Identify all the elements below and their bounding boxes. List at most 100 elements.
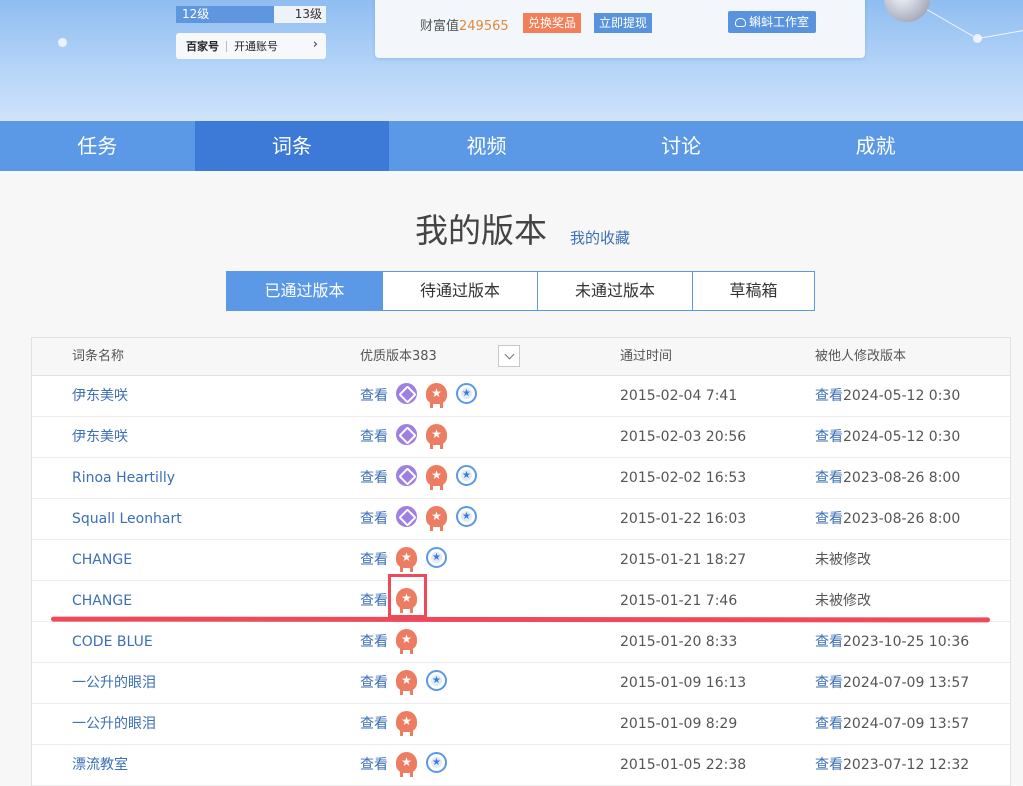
entry-name-link[interactable]: Rinoa Heartilly bbox=[72, 458, 175, 499]
header-quality-versions: 优质版本383 bbox=[360, 349, 437, 364]
wealth-label-text: 财富值 bbox=[420, 19, 460, 34]
quality-filter-dropdown[interactable] bbox=[498, 345, 520, 367]
header-banner: 12级 13级 百家号 开通账号 › 财富值249565 兑换奖品 立即提现 蝌… bbox=[0, 0, 1023, 121]
view-version-link[interactable]: 查看 bbox=[360, 458, 388, 499]
nav-tab-videos[interactable]: 视频 bbox=[389, 121, 584, 171]
version-badges bbox=[396, 506, 477, 531]
view-modified-version-link[interactable]: 查看 bbox=[815, 429, 843, 445]
version-badges bbox=[396, 629, 417, 654]
star-medal-icon bbox=[426, 752, 447, 773]
approved-time: 2015-02-02 16:53 bbox=[620, 470, 747, 486]
view-modified-version-link[interactable]: 查看 bbox=[815, 634, 843, 650]
quality-badge-icon bbox=[396, 383, 417, 404]
annotation-highlight-box bbox=[388, 574, 427, 618]
view-version-link[interactable]: 查看 bbox=[360, 540, 388, 581]
view-version-link[interactable]: 查看 bbox=[360, 581, 388, 622]
view-modified-version-link[interactable]: 查看 bbox=[815, 470, 843, 486]
studio-label: 蝌蚪工作室 bbox=[749, 15, 810, 29]
modified-date: 2023-08-26 8:00 bbox=[843, 511, 961, 527]
modified-date: 2023-10-25 10:36 bbox=[843, 634, 970, 650]
modified-date: 2024-07-09 13:57 bbox=[843, 716, 970, 732]
modified-version-cell: 查看2023-07-12 12:32 bbox=[815, 745, 969, 786]
approved-time: 2015-01-09 16:13 bbox=[620, 675, 747, 691]
quality-badge-icon bbox=[396, 465, 417, 486]
view-modified-version-link[interactable]: 查看 bbox=[815, 716, 843, 732]
approved-time: 2015-01-22 16:03 bbox=[620, 511, 747, 527]
star-medal-icon bbox=[456, 383, 477, 404]
table-header: 词条名称 优质版本383 通过时间 被他人修改版本 bbox=[32, 338, 1010, 376]
entry-name-link[interactable]: CHANGE bbox=[72, 540, 132, 581]
version-badges bbox=[396, 752, 447, 777]
chevron-right-icon: › bbox=[312, 37, 318, 52]
baijiahao-open-account-button[interactable]: 百家号 开通账号 › bbox=[176, 33, 326, 59]
tab-rejected[interactable]: 未通过版本 bbox=[537, 272, 692, 310]
entry-name-link[interactable]: Squall Leonhart bbox=[72, 499, 182, 540]
entry-name-link[interactable]: 一公升的眼泪 bbox=[72, 704, 156, 745]
level-next: 13级 bbox=[294, 7, 322, 21]
modified-version-cell: 未被修改 bbox=[815, 581, 871, 622]
decor-line bbox=[978, 29, 1023, 39]
version-badges bbox=[396, 670, 447, 695]
not-modified-text: 未被修改 bbox=[815, 593, 871, 609]
nav-tab-discussions[interactable]: 讨论 bbox=[584, 121, 779, 171]
view-modified-version-link[interactable]: 查看 bbox=[815, 757, 843, 773]
level-progress-bar: 12级 13级 bbox=[176, 6, 326, 23]
entry-name-link[interactable]: 伊东美咲 bbox=[72, 376, 128, 417]
version-badges bbox=[396, 424, 447, 449]
quality-badge-icon bbox=[396, 506, 417, 527]
divider bbox=[226, 40, 227, 52]
table-row: 漂流教室 查看 2015-01-05 22:38 查看2023-07-12 12:32 bbox=[32, 745, 1010, 786]
view-version-link[interactable]: 查看 bbox=[360, 622, 388, 663]
nav-tab-achievements[interactable]: 成就 bbox=[778, 121, 973, 171]
modified-date: 2024-05-12 0:30 bbox=[843, 388, 961, 404]
entry-name-link[interactable]: CODE BLUE bbox=[72, 622, 153, 663]
view-version-link[interactable]: 查看 bbox=[360, 704, 388, 745]
view-modified-version-link[interactable]: 查看 bbox=[815, 675, 843, 691]
open-account-label: 开通账号 bbox=[234, 40, 278, 53]
table-row: Squall Leonhart查看2015-01-22 16:03查看2023-… bbox=[32, 499, 1010, 540]
approved-time: 2015-02-04 7:41 bbox=[620, 388, 738, 404]
planet-illustration bbox=[884, 0, 930, 22]
approved-time: 2015-01-05 22:38 bbox=[620, 757, 747, 773]
version-badges bbox=[396, 711, 417, 736]
modified-version-cell: 查看2024-05-12 0:30 bbox=[815, 417, 960, 458]
table-row: CHANGE 查看 2015-01-21 18:27 未被修改 bbox=[32, 540, 1010, 581]
studio-button[interactable]: 蝌蚪工作室 bbox=[728, 11, 817, 33]
version-badges bbox=[396, 383, 477, 408]
header-modified-by-others: 被他人修改版本 bbox=[815, 349, 907, 364]
entry-name-link[interactable]: 漂流教室 bbox=[72, 745, 128, 786]
entry-name-link[interactable]: 一公升的眼泪 bbox=[72, 663, 156, 704]
nav-tab-entries[interactable]: 词条 bbox=[194, 121, 390, 171]
view-version-link[interactable]: 查看 bbox=[360, 417, 388, 458]
tab-drafts[interactable]: 草稿箱 bbox=[692, 272, 814, 310]
star-medal-icon bbox=[426, 547, 447, 568]
table-row: Rinoa Heartilly 查看 2015-02-02 16:53 查看2023-… bbox=[32, 458, 1010, 499]
wealth-card: 财富值249565 兑换奖品 立即提现 蝌蚪工作室 bbox=[375, 0, 865, 58]
modified-version-cell: 查看2024-07-09 13:57 bbox=[815, 663, 969, 704]
modified-date: 2024-05-12 0:30 bbox=[843, 429, 961, 445]
quality-badge-icon bbox=[396, 424, 417, 445]
redeem-button[interactable]: 兑换奖品 bbox=[523, 13, 582, 33]
view-modified-version-link[interactable]: 查看 bbox=[815, 388, 843, 404]
level-current: 12级 bbox=[182, 7, 210, 21]
table-row: 伊东美咲查看2015-02-04 7:41查看2024-05-12 0:30 bbox=[32, 376, 1010, 417]
view-version-link[interactable]: 查看 bbox=[360, 663, 388, 704]
view-modified-version-link[interactable]: 查看 bbox=[815, 511, 843, 527]
header-approved-time: 通过时间 bbox=[620, 349, 673, 364]
entry-name-link[interactable]: 伊东美咲 bbox=[72, 417, 128, 458]
version-badges bbox=[396, 547, 447, 572]
tab-pending[interactable]: 待通过版本 bbox=[382, 272, 537, 310]
modified-version-cell: 查看2023-08-26 8:00 bbox=[815, 458, 960, 499]
page-title: 我的版本 bbox=[415, 211, 547, 250]
view-version-link[interactable]: 查看 bbox=[360, 376, 388, 417]
tab-approved[interactable]: 已通过版本 bbox=[227, 272, 382, 310]
my-favorites-link[interactable]: 我的收藏 bbox=[570, 228, 630, 248]
withdraw-button[interactable]: 立即提现 bbox=[594, 13, 653, 33]
nav-tab-tasks[interactable]: 任务 bbox=[0, 121, 195, 171]
table-row: CODE BLUE查看2015-01-20 8:33查看2023-10-25 1… bbox=[32, 622, 1010, 663]
featured-award-icon bbox=[426, 424, 447, 449]
baijiahao-logo: 百家号 bbox=[186, 40, 219, 53]
table-row: 一公升的眼泪 查看 2015-01-09 16:13 查看2024-07-09 13:… bbox=[32, 663, 1010, 704]
view-version-link[interactable]: 查看 bbox=[360, 499, 388, 540]
view-version-link[interactable]: 查看 bbox=[360, 745, 388, 786]
